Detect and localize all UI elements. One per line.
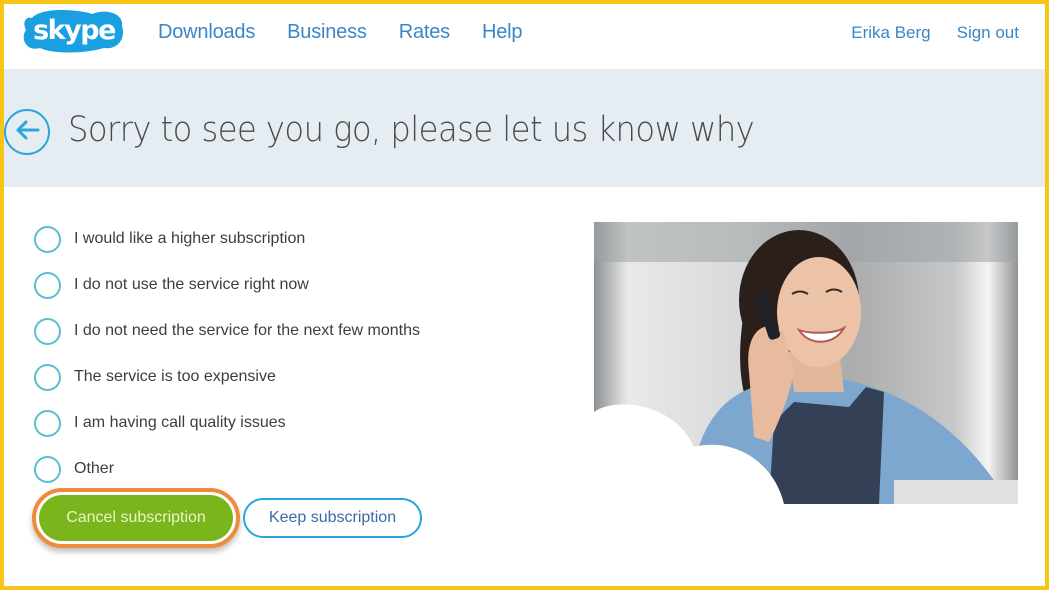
- user-name-link[interactable]: Erika Berg: [851, 21, 930, 45]
- radio-button[interactable]: [34, 317, 61, 345]
- reason-option[interactable]: I do not need the service for the next f…: [34, 308, 420, 354]
- reason-label: The service is too expensive: [74, 368, 276, 385]
- reason-label: I do not need the service for the next f…: [74, 322, 420, 339]
- main-nav: Downloads Business Rates Help: [158, 18, 554, 46]
- cancel-button-highlight: Cancel subscription: [32, 488, 240, 548]
- hero-photo: [594, 222, 1018, 504]
- reason-option[interactable]: Other: [34, 446, 420, 492]
- nav-downloads[interactable]: Downloads: [158, 18, 255, 46]
- skype-logo[interactable]: skype: [22, 8, 126, 54]
- radio-button[interactable]: [34, 455, 61, 483]
- radio-button[interactable]: [34, 225, 61, 253]
- back-button[interactable]: [4, 109, 50, 155]
- nav-business[interactable]: Business: [287, 18, 367, 46]
- page-frame: skype Downloads Business Rates Help Erik…: [0, 0, 1049, 590]
- reason-option[interactable]: The service is too expensive: [34, 354, 420, 400]
- reason-option[interactable]: I would like a higher subscription: [34, 216, 420, 262]
- sign-out-link[interactable]: Sign out: [957, 21, 1019, 45]
- reason-label: I do not use the service right now: [74, 276, 309, 293]
- cancel-subscription-button[interactable]: Cancel subscription: [39, 495, 233, 541]
- title-banner: Sorry to see you go, please let us know …: [4, 69, 1045, 187]
- arrow-left-icon: [14, 119, 40, 146]
- user-area: Erika Berg Sign out: [851, 21, 1019, 45]
- radio-button[interactable]: [34, 271, 61, 299]
- radio-button[interactable]: [34, 363, 61, 391]
- reason-label: I would like a higher subscription: [74, 230, 306, 247]
- nav-help[interactable]: Help: [482, 18, 523, 46]
- svg-text:skype: skype: [33, 15, 115, 46]
- nav-rates[interactable]: Rates: [399, 18, 450, 46]
- reason-label: Other: [74, 460, 115, 477]
- reason-option[interactable]: I am having call quality issues: [34, 400, 420, 446]
- reason-option[interactable]: I do not use the service right now: [34, 262, 420, 308]
- keep-subscription-button[interactable]: Keep subscription: [243, 498, 422, 538]
- page-title: Sorry to see you go, please let us know …: [68, 110, 755, 150]
- radio-button[interactable]: [34, 409, 61, 437]
- reason-label: I am having call quality issues: [74, 414, 286, 431]
- top-header: skype Downloads Business Rates Help Erik…: [4, 4, 1045, 68]
- reason-radio-group: I would like a higher subscription I do …: [34, 216, 420, 492]
